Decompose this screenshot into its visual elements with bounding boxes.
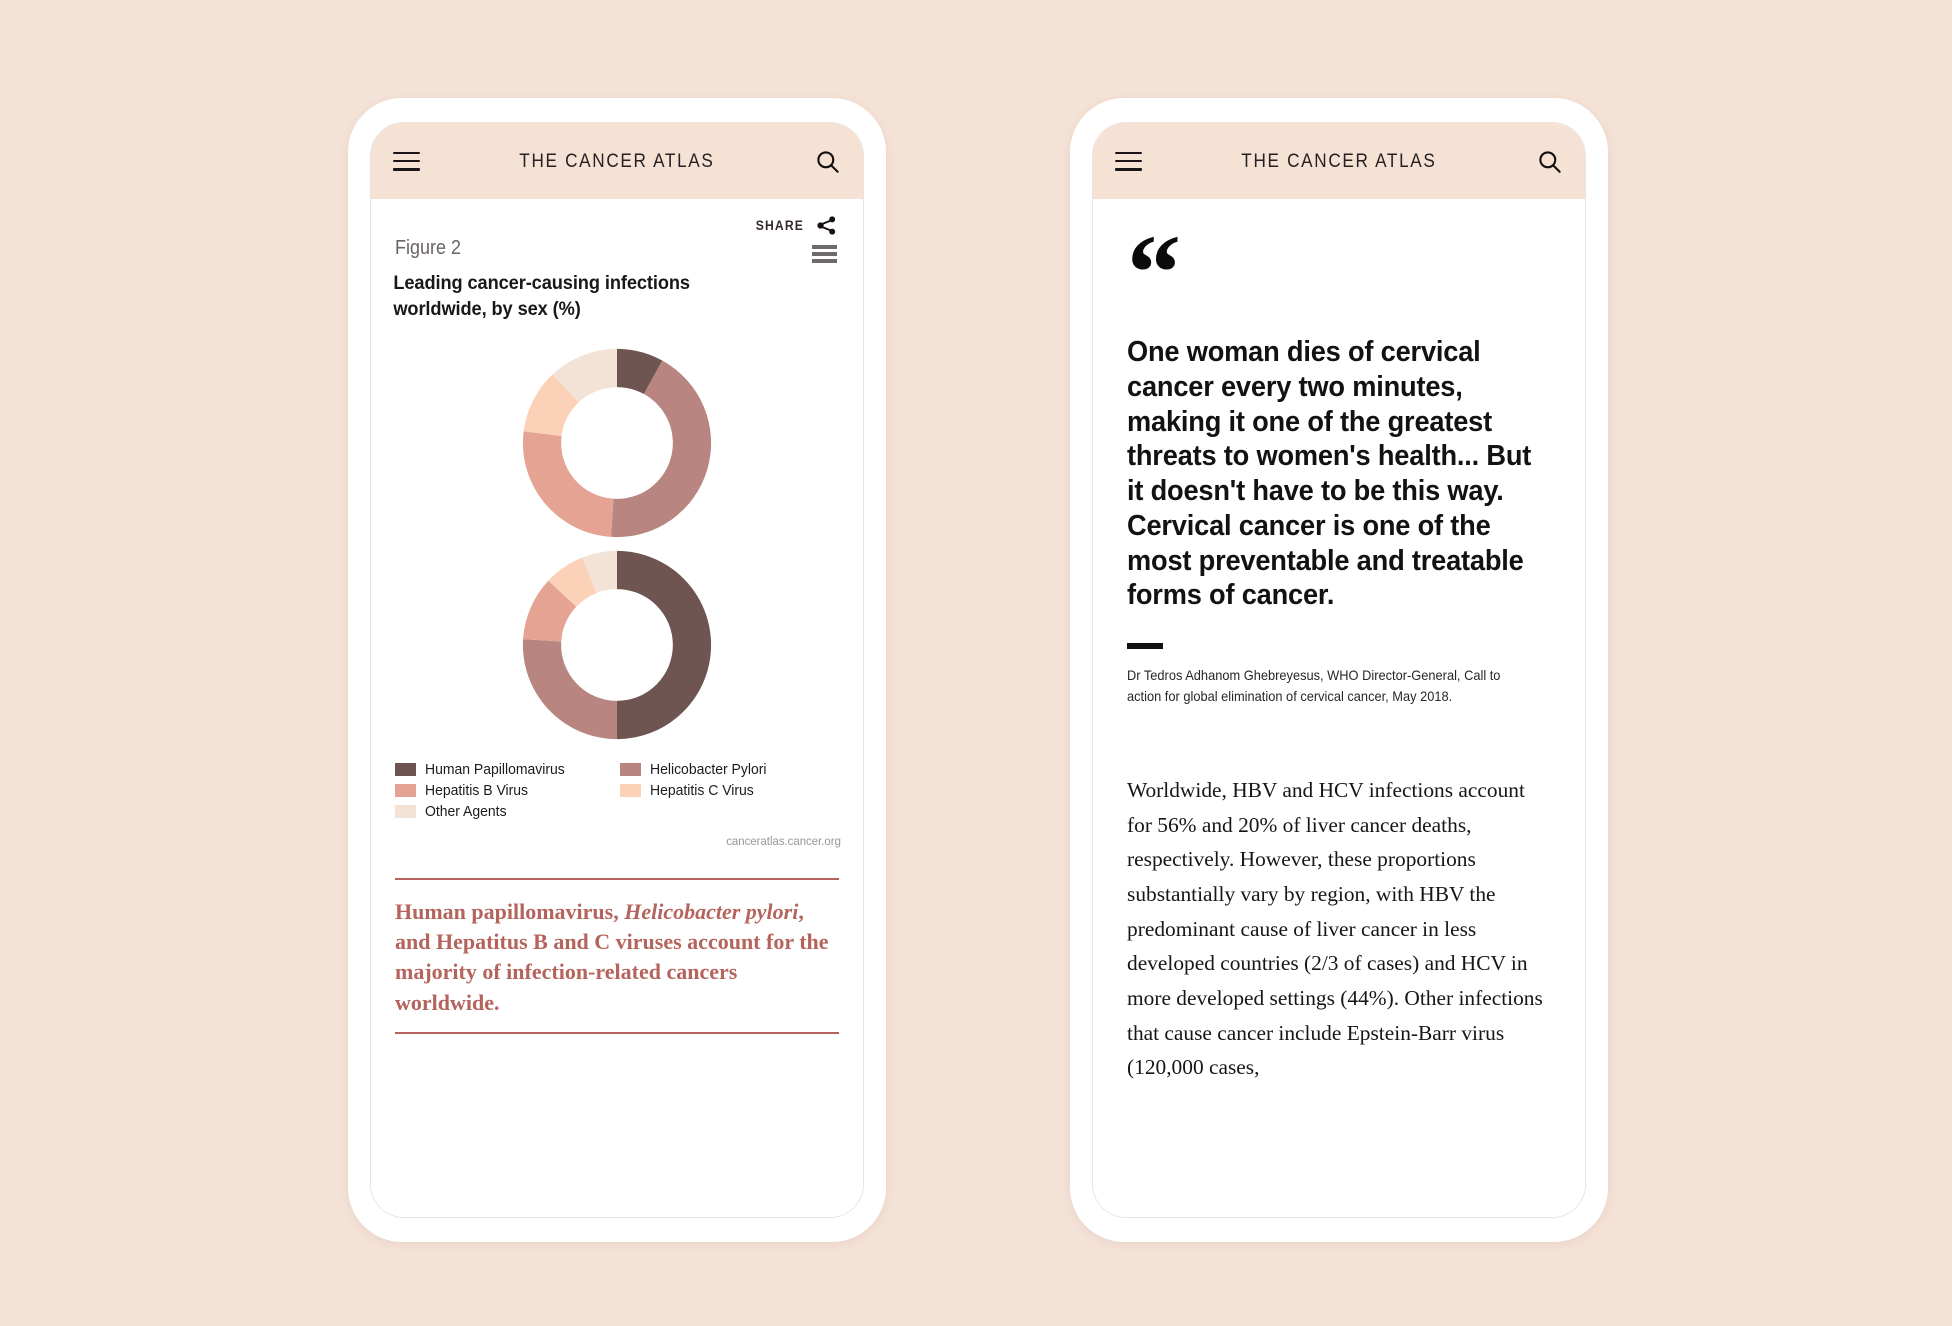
legend-label: Hepatitis C Virus xyxy=(650,781,754,799)
chart-menu-icon[interactable] xyxy=(812,245,837,263)
attribution-rule xyxy=(1127,643,1163,650)
donut-chart-top xyxy=(522,348,712,537)
hamburger-icon[interactable] xyxy=(393,151,420,171)
figure-caption: Human papillomavirus, Helicobacter pylor… xyxy=(395,880,839,1032)
legend-swatch-other xyxy=(395,804,416,818)
caption-rule-bottom xyxy=(395,1032,839,1035)
share-icon[interactable] xyxy=(816,215,837,236)
legend-item[interactable]: Human Papillomavirus xyxy=(395,761,614,778)
legend-swatch-hbv xyxy=(395,783,416,797)
article-content: “ One woman dies of cervical cancer ever… xyxy=(1093,199,1585,1217)
legend-label: Human Papillomavirus xyxy=(425,760,565,778)
share-label: SHARE xyxy=(755,217,805,233)
share-row[interactable]: SHARE xyxy=(371,199,863,236)
legend-item[interactable]: Hepatitis C Virus xyxy=(620,782,839,799)
quote-attribution: Dr Tedros Adhanom Ghebreyesus, WHO Direc… xyxy=(1127,668,1501,704)
figure-label: Figure 2 xyxy=(395,237,462,259)
legend-item[interactable]: Other Agents xyxy=(395,803,614,820)
phone-screen-left: THE CANCER ATLAS SHARE Figure 2 Leading … xyxy=(370,122,864,1218)
caption-part-1: Human papillomavirus, xyxy=(395,898,625,924)
phone-mockup-left: THE CANCER ATLAS SHARE Figure 2 Leading … xyxy=(348,98,886,1242)
quote-mark-icon: “ xyxy=(1127,214,1181,333)
legend-swatch-hpv xyxy=(395,762,416,776)
hamburger-icon[interactable] xyxy=(1115,151,1142,171)
search-icon[interactable] xyxy=(1536,148,1563,175)
app-title: THE CANCER ATLAS xyxy=(1241,149,1437,172)
donut-segment[interactable] xyxy=(617,550,712,739)
chart-legend: Human Papillomavirus Helicobacter Pylori… xyxy=(371,743,863,820)
phone-mockup-right: THE CANCER ATLAS “ One woman dies of cer… xyxy=(1070,98,1608,1242)
phone-screen-right: THE CANCER ATLAS “ One woman dies of cer… xyxy=(1092,122,1586,1218)
caption-block: Human papillomavirus, Helicobacter pylor… xyxy=(371,848,863,1035)
legend-label: Other Agents xyxy=(425,802,507,820)
figure-header: Figure 2 xyxy=(371,233,863,263)
legend-swatch-hcv xyxy=(620,783,641,797)
legend-item[interactable]: Hepatitis B Virus xyxy=(395,782,614,799)
app-bar-left: THE CANCER ATLAS xyxy=(371,123,863,199)
donut-charts xyxy=(371,323,863,743)
legend-label: Hepatitis B Virus xyxy=(425,781,529,799)
legend-label: Helicobacter Pylori xyxy=(650,760,767,778)
caption-italic: Helicobacter pylori xyxy=(624,898,799,924)
donut-segment[interactable] xyxy=(522,638,617,739)
figure-title: Leading cancer-causing infections worldw… xyxy=(393,272,690,320)
donut-segment[interactable] xyxy=(522,430,614,537)
article-paragraph: Worldwide, HBV and HCV infections accoun… xyxy=(1127,777,1543,1080)
quote-block: “ One woman dies of cervical cancer ever… xyxy=(1093,199,1585,1085)
legend-swatch-hpylori xyxy=(620,762,641,776)
app-title: THE CANCER ATLAS xyxy=(519,149,715,172)
app-bar-right: THE CANCER ATLAS xyxy=(1093,123,1585,199)
legend-item[interactable]: Helicobacter Pylori xyxy=(620,761,839,778)
figure-content: SHARE Figure 2 Leading cancer-causing in… xyxy=(371,199,863,1217)
chart-watermark: canceratlas.cancer.org xyxy=(726,833,841,848)
search-icon[interactable] xyxy=(814,148,841,175)
pull-quote: One woman dies of cervical cancer every … xyxy=(1127,336,1532,612)
donut-chart-bottom xyxy=(522,550,712,739)
page-root: THE CANCER ATLAS SHARE Figure 2 Leading … xyxy=(0,0,1952,1326)
